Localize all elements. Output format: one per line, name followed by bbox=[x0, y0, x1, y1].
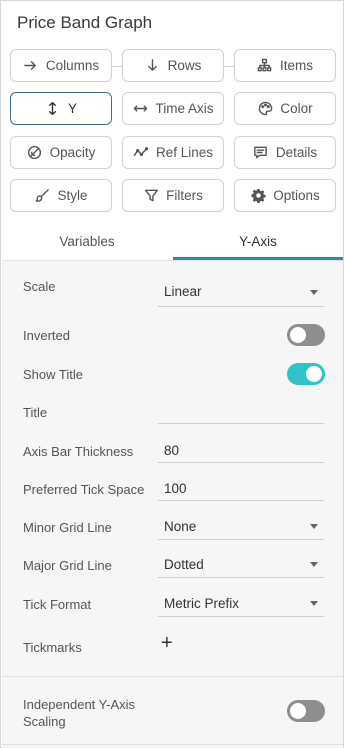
section-divider bbox=[2, 744, 343, 745]
horizontal-arrows-icon bbox=[132, 101, 148, 117]
toggle-knob bbox=[290, 703, 306, 719]
arrow-right-icon bbox=[23, 58, 39, 74]
scale-select-value[interactable]: Linear bbox=[164, 284, 202, 299]
filters-label: Filters bbox=[166, 188, 203, 203]
preferred-tick-space-label: Preferred Tick Space bbox=[23, 482, 145, 497]
section-divider bbox=[2, 676, 343, 677]
style-label: Style bbox=[57, 188, 88, 203]
color-label: Color bbox=[280, 101, 313, 116]
tick-format-select-value[interactable]: Metric Prefix bbox=[164, 596, 239, 611]
toggle-knob bbox=[306, 366, 322, 382]
details-button[interactable]: Details bbox=[234, 136, 336, 169]
chevron-down-icon[interactable] bbox=[310, 290, 318, 295]
minor-grid-line-underline bbox=[158, 539, 324, 540]
title-input-underline bbox=[158, 423, 324, 424]
show-title-toggle[interactable] bbox=[287, 363, 325, 385]
minor-grid-line-label: Minor Grid Line bbox=[23, 520, 112, 535]
y-label: Y bbox=[67, 101, 77, 116]
y-button[interactable]: Y bbox=[10, 92, 112, 125]
major-grid-line-label: Major Grid Line bbox=[23, 558, 112, 573]
rows-label: Rows bbox=[167, 58, 202, 73]
tickmarks-label: Tickmarks bbox=[23, 640, 82, 655]
active-tab-indicator bbox=[173, 257, 343, 260]
chevron-down-icon[interactable] bbox=[310, 562, 318, 567]
items-label: Items bbox=[279, 58, 313, 73]
ref-lines-label: Ref Lines bbox=[155, 145, 214, 160]
columns-label: Columns bbox=[45, 58, 100, 73]
add-tickmark-icon[interactable]: + bbox=[161, 633, 173, 653]
major-grid-line-select-value[interactable]: Dotted bbox=[164, 557, 204, 572]
comment-icon bbox=[253, 145, 269, 161]
tab-y-axis[interactable]: Y-Axis bbox=[173, 227, 343, 261]
settings-panel: Price Band Graph Columns Rows Items Y Ti… bbox=[0, 0, 344, 748]
scale-select-underline bbox=[158, 306, 324, 307]
scale-label: Scale bbox=[23, 279, 56, 294]
vertical-arrows-icon bbox=[45, 101, 61, 117]
independent-scaling-toggle[interactable] bbox=[287, 700, 325, 722]
opacity-button[interactable]: Opacity bbox=[10, 136, 112, 169]
details-label: Details bbox=[275, 145, 318, 160]
axis-bar-thickness-underline bbox=[158, 462, 324, 463]
major-grid-line-underline bbox=[158, 577, 324, 578]
chevron-down-icon[interactable] bbox=[310, 601, 318, 606]
title-label: Title bbox=[23, 405, 48, 420]
gear-icon bbox=[250, 188, 266, 204]
items-button[interactable]: Items bbox=[234, 49, 336, 82]
chevron-down-icon[interactable] bbox=[310, 524, 318, 529]
axis-bar-thickness-label: Axis Bar Thickness bbox=[23, 444, 134, 459]
arrow-down-icon bbox=[145, 58, 161, 74]
opacity-label: Opacity bbox=[49, 145, 96, 160]
brush-icon bbox=[34, 188, 50, 204]
time-axis-button[interactable]: Time Axis bbox=[122, 92, 224, 125]
axis-bar-thickness-input[interactable]: 80 bbox=[164, 443, 179, 458]
toggle-knob bbox=[290, 327, 306, 343]
panel-title: Price Band Graph bbox=[17, 13, 153, 32]
tab-bar: Variables Y-Axis bbox=[2, 227, 343, 261]
color-button[interactable]: Color bbox=[234, 92, 336, 125]
inverted-toggle[interactable] bbox=[287, 324, 325, 346]
independent-scaling-label: Independent Y-Axis Scaling bbox=[23, 696, 135, 730]
inverted-label: Inverted bbox=[23, 328, 70, 343]
connector-line bbox=[224, 66, 234, 67]
columns-button[interactable]: Columns bbox=[10, 49, 112, 82]
options-label: Options bbox=[273, 188, 320, 203]
line-chart-icon bbox=[133, 145, 149, 161]
rows-button[interactable]: Rows bbox=[122, 49, 224, 82]
preferred-tick-space-input[interactable]: 100 bbox=[164, 481, 187, 496]
show-title-label: Show Title bbox=[23, 367, 83, 382]
time-axis-label: Time Axis bbox=[155, 101, 214, 116]
independent-scaling-label-line2: Scaling bbox=[23, 714, 66, 729]
style-button[interactable]: Style bbox=[10, 179, 112, 212]
filter-icon bbox=[143, 188, 159, 204]
options-button[interactable]: Options bbox=[234, 179, 336, 212]
palette-icon bbox=[257, 101, 273, 117]
opacity-icon bbox=[27, 145, 43, 161]
tick-format-label: Tick Format bbox=[23, 597, 92, 612]
independent-scaling-label-line1: Independent Y-Axis bbox=[23, 697, 136, 712]
tab-variables[interactable]: Variables bbox=[2, 227, 172, 261]
connector-line bbox=[112, 66, 122, 67]
hierarchy-icon bbox=[257, 58, 273, 74]
tick-format-underline bbox=[158, 616, 324, 617]
preferred-tick-space-underline bbox=[158, 500, 324, 501]
minor-grid-line-select-value[interactable]: None bbox=[164, 519, 196, 534]
ref-lines-button[interactable]: Ref Lines bbox=[122, 136, 224, 169]
filters-button[interactable]: Filters bbox=[122, 179, 224, 212]
